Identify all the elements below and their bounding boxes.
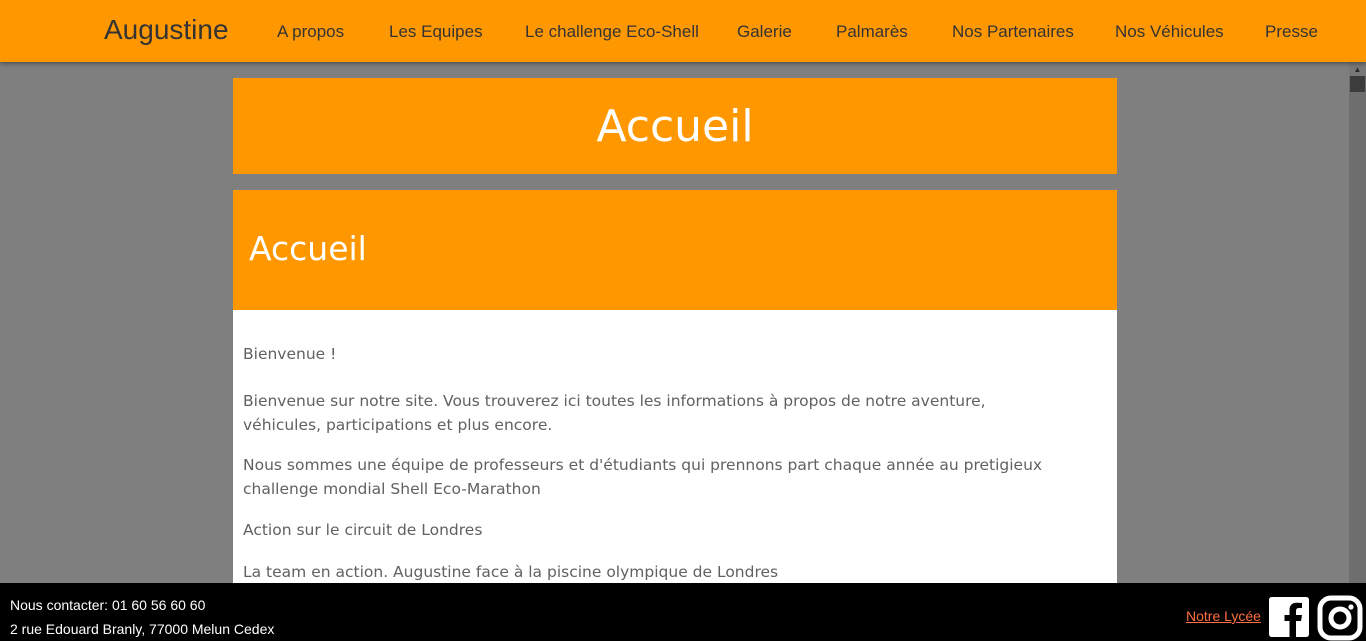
brand-link[interactable]: Augustine xyxy=(104,14,229,46)
team-paragraph: Nous sommes une équipe de professeurs et… xyxy=(243,456,1043,498)
team-action-caption: La team en action. Augustine face à la p… xyxy=(243,563,779,581)
footer: Nous contacter: 01 60 56 60 60 2 rue Edo… xyxy=(0,583,1366,641)
nav-item-challenge-eco-shell[interactable]: Le challenge Eco-Shell xyxy=(525,22,699,42)
page-title-banner: Accueil xyxy=(233,78,1117,174)
intro-paragraph: Bienvenue sur notre site. Vous trouverez… xyxy=(243,392,986,434)
card-header: Accueil xyxy=(233,190,1117,310)
scrollbar[interactable]: ▲ xyxy=(1349,62,1366,583)
nav-item-presse[interactable]: Presse xyxy=(1265,22,1318,42)
nav-item-galerie[interactable]: Galerie xyxy=(737,22,792,42)
nav-item-a-propos[interactable]: A propos xyxy=(277,22,344,42)
scrollbar-thumb[interactable] xyxy=(1350,76,1365,92)
welcome-heading: Bienvenue ! xyxy=(243,345,337,363)
card-title: Accueil xyxy=(249,229,367,268)
nav-item-nos-partenaires[interactable]: Nos Partenaires xyxy=(952,22,1074,42)
circuit-caption: Action sur le circuit de Londres xyxy=(243,521,483,539)
instagram-icon[interactable] xyxy=(1317,595,1363,641)
card-body: Bienvenue ! Bienvenue sur notre site. Vo… xyxy=(233,310,1117,583)
nav-item-palmares[interactable]: Palmarès xyxy=(836,22,908,42)
nav-item-les-equipes[interactable]: Les Equipes xyxy=(389,22,483,42)
lycee-link[interactable]: Notre Lycée xyxy=(1186,608,1261,624)
facebook-icon[interactable] xyxy=(1269,597,1309,637)
page-title: Accueil xyxy=(596,100,754,152)
contact-phone: Nous contacter: 01 60 56 60 60 xyxy=(10,597,206,613)
top-navbar: Augustine A propos Les Equipes Le challe… xyxy=(0,0,1366,62)
contact-address: 2 rue Edouard Branly, 77000 Melun Cedex xyxy=(10,621,275,637)
nav-item-nos-vehicules[interactable]: Nos Véhicules xyxy=(1115,22,1224,42)
scroll-up-arrow-icon[interactable]: ▲ xyxy=(1349,62,1366,76)
